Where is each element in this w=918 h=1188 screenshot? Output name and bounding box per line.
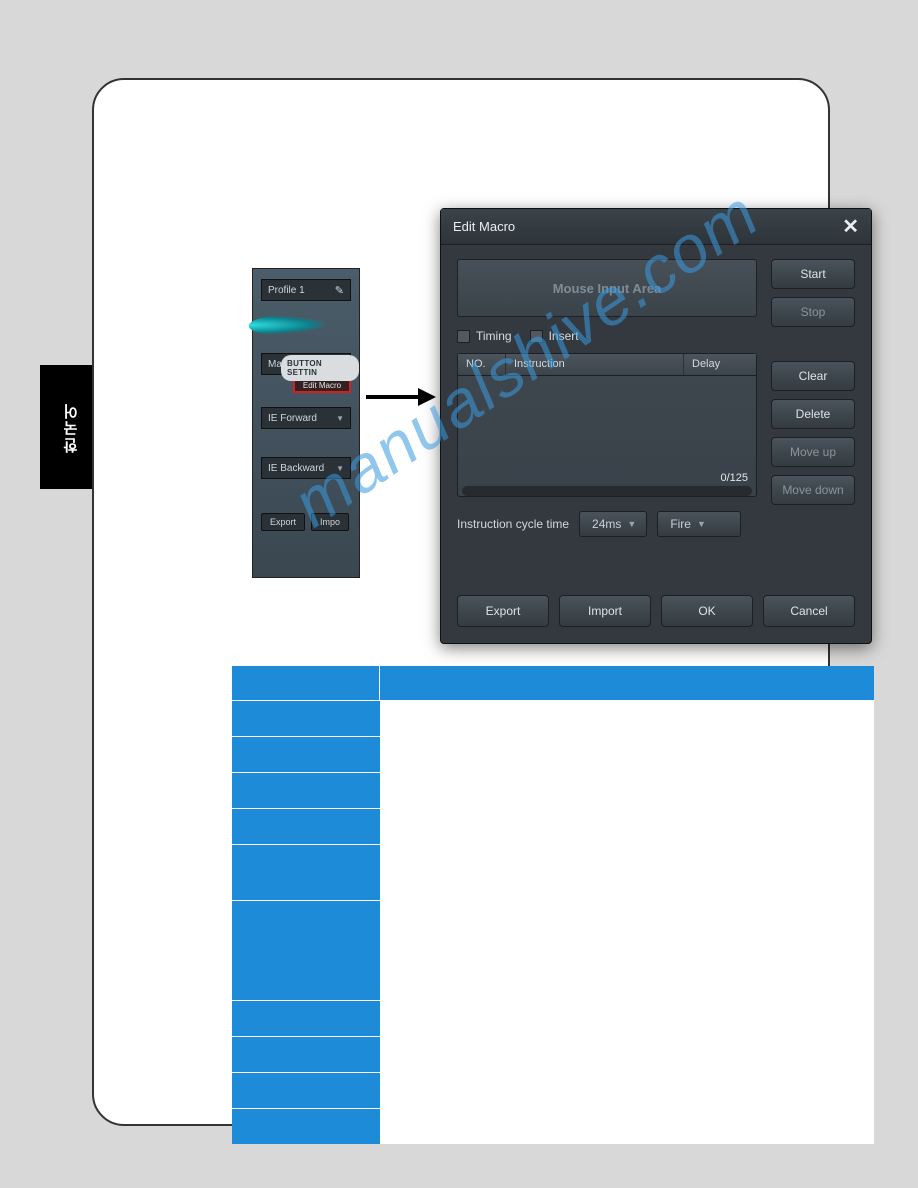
- instruction-count: 0/125: [720, 472, 748, 484]
- move-up-button[interactable]: Move up: [771, 437, 855, 467]
- table-cell: [232, 701, 380, 736]
- cycle-value: 24ms: [592, 517, 621, 531]
- move-down-button[interactable]: Move down: [771, 475, 855, 505]
- table-cell: [380, 773, 874, 808]
- dialog-title: Edit Macro: [453, 219, 515, 234]
- profile-panel: Profile 1 ✎ BUTTON SETTIN Macro▼ Edit Ma…: [252, 268, 360, 578]
- export-small-button[interactable]: Export: [261, 513, 305, 531]
- col-no-header: NO.: [458, 354, 506, 375]
- chevron-down-icon: ▼: [697, 519, 706, 529]
- table-cell: [380, 1037, 874, 1072]
- fire-select[interactable]: Fire ▼: [657, 511, 741, 537]
- fire-value: Fire: [670, 517, 691, 531]
- table-cell: [380, 901, 874, 1000]
- import-button[interactable]: Import: [559, 595, 651, 627]
- edit-icon: ✎: [335, 284, 344, 297]
- table-cell: [232, 1073, 380, 1108]
- table-cell: [380, 1073, 874, 1108]
- checkbox-icon: [530, 330, 543, 343]
- import-small-button[interactable]: Impo: [311, 513, 349, 531]
- table-cell: [232, 773, 380, 808]
- table-cell: [232, 901, 380, 1000]
- cycle-time-select[interactable]: 24ms ▼: [579, 511, 647, 537]
- instruction-table: NO. Instruction Delay 0/125: [457, 353, 757, 497]
- table-cell: [232, 1037, 380, 1072]
- horizontal-scrollbar[interactable]: [462, 486, 752, 496]
- table-cell: [380, 737, 874, 772]
- checkbox-icon: [457, 330, 470, 343]
- start-button[interactable]: Start: [771, 259, 855, 289]
- table-cell: [232, 809, 380, 844]
- chevron-down-icon: ▼: [336, 414, 344, 423]
- ie-backward-select[interactable]: IE Backward ▼: [261, 457, 351, 479]
- mouse-input-area[interactable]: Mouse Input Area: [457, 259, 757, 317]
- delete-button[interactable]: Delete: [771, 399, 855, 429]
- timing-label: Timing: [476, 329, 512, 343]
- chevron-down-icon: ▼: [336, 464, 344, 473]
- table-cell: [380, 1001, 874, 1036]
- profile-label: Profile 1: [268, 285, 305, 296]
- insert-checkbox[interactable]: Insert: [530, 329, 579, 343]
- export-button[interactable]: Export: [457, 595, 549, 627]
- table-cell: [232, 1109, 380, 1144]
- ok-button[interactable]: OK: [661, 595, 753, 627]
- stop-button[interactable]: Stop: [771, 297, 855, 327]
- ie-forward-select[interactable]: IE Forward ▼: [261, 407, 351, 429]
- side-language-label: 한국어: [61, 402, 82, 453]
- table-header-col1: [232, 666, 380, 700]
- table-cell: [232, 737, 380, 772]
- timing-checkbox[interactable]: Timing: [457, 329, 512, 343]
- section-title: BUTTON SETTIN: [281, 355, 359, 381]
- table-header-col2: [380, 666, 874, 700]
- cancel-button[interactable]: Cancel: [763, 595, 855, 627]
- description-table: [232, 666, 874, 1144]
- dialog-titlebar: Edit Macro ✕: [441, 209, 871, 245]
- chevron-down-icon: ▼: [627, 519, 636, 529]
- ie-backward-label: IE Backward: [268, 463, 324, 474]
- close-icon[interactable]: ✕: [842, 214, 859, 239]
- section-swoosh: BUTTON SETTIN: [255, 311, 359, 345]
- ie-forward-label: IE Forward: [268, 413, 317, 424]
- arrow-indicator: [366, 388, 440, 406]
- cycle-time-label: Instruction cycle time: [457, 517, 569, 531]
- table-cell: [380, 809, 874, 844]
- edit-macro-dialog: Edit Macro ✕ Mouse Input Area Timing Ins…: [440, 208, 872, 644]
- table-cell: [232, 1001, 380, 1036]
- clear-button[interactable]: Clear: [771, 361, 855, 391]
- table-cell: [380, 701, 874, 736]
- profile-selector[interactable]: Profile 1 ✎: [261, 279, 351, 301]
- table-cell: [380, 1109, 874, 1144]
- col-delay-header: Delay: [684, 354, 756, 375]
- insert-label: Insert: [549, 329, 579, 343]
- table-cell: [380, 845, 874, 900]
- col-instruction-header: Instruction: [506, 354, 684, 375]
- table-cell: [232, 845, 380, 900]
- page-frame: Profile 1 ✎ BUTTON SETTIN Macro▼ Edit Ma…: [92, 78, 830, 1126]
